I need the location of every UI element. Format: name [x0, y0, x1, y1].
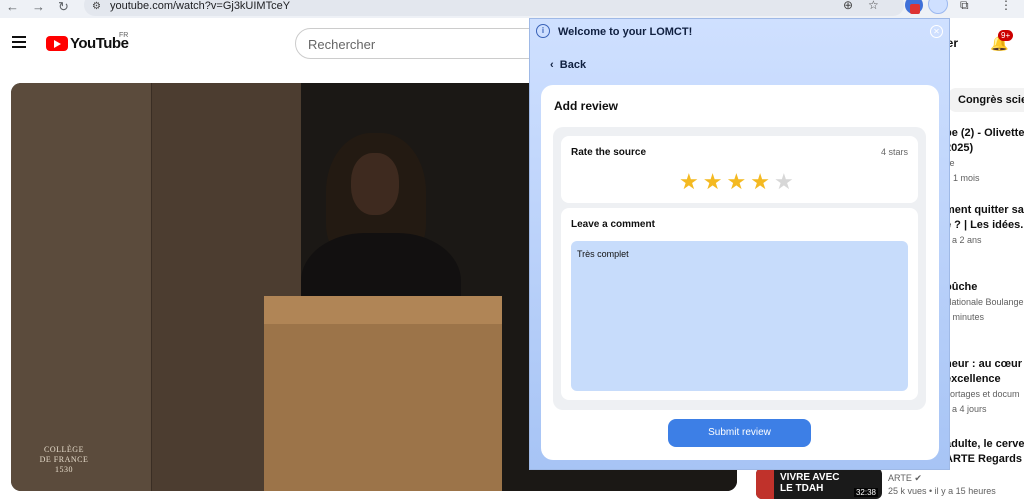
thumbnail-text-2: LE TDAH	[780, 483, 824, 494]
rec-title-2: e ? | Les idées...	[945, 219, 1024, 231]
rec-meta-2: 1 mois	[953, 173, 980, 183]
chevron-left-icon: ‹	[550, 59, 554, 71]
college-de-france-watermark: COLLÈGE DE FRANCE 1530	[29, 445, 99, 475]
duration-badge: 32:38	[853, 488, 878, 497]
rec-title: oûche	[945, 281, 978, 293]
back-label: Back	[559, 59, 587, 71]
close-icon[interactable]: ✕	[930, 25, 943, 38]
rec-meta-2: 2 minutes	[945, 312, 985, 322]
submit-review-button[interactable]: Submit review	[668, 419, 811, 447]
watermark-line3: 1530	[55, 465, 73, 474]
extensions-puzzle-icon[interactable]: ⧉	[960, 0, 969, 13]
lomct-extension-panel: i Welcome to your LOMCT! ✕ ‹ Back Add re…	[529, 18, 950, 470]
region-label: FR	[119, 32, 129, 39]
extension-badge-icon	[910, 4, 920, 14]
browser-toolbar: ← → ↻ ⚙ youtube.com/watch?v=Gj3kUIMTceY …	[0, 0, 1024, 18]
rec-meta: portages et docum	[945, 389, 1020, 399]
rec-meta: y a 2 ans	[945, 235, 982, 245]
watermark-line1: COLLÈGE	[44, 445, 84, 454]
views-meta: 25 k vues • il y a 15 heures	[888, 486, 996, 496]
bottom-rec-meta: ARTE ✔ 25 k vues • il y a 15 heures	[888, 472, 996, 498]
rec-meta-2: y a 4 jours	[945, 404, 987, 414]
site-settings-icon[interactable]: ⚙	[92, 1, 101, 12]
list-item[interactable]: adulte, le cervea ARTE Regards	[945, 437, 1024, 467]
list-item[interactable]: ment quitter sa e ? | Les idées... y a 2…	[945, 203, 1024, 248]
search-placeholder: Rechercher	[308, 37, 376, 52]
url-text[interactable]: youtube.com/watch?v=Gj3kUIMTceY	[110, 0, 290, 12]
hamburger-menu-icon[interactable]	[12, 36, 26, 51]
rec-title: pe (2) - Olivette	[945, 127, 1024, 139]
card-title: Add review	[554, 99, 619, 113]
forward-arrow-icon[interactable]: →	[32, 0, 45, 14]
reload-icon[interactable]: ↻	[58, 0, 69, 14]
back-arrow-icon[interactable]: ←	[6, 0, 19, 14]
bookmark-star-icon[interactable]: ☆	[868, 0, 879, 12]
verified-icon: ✔	[914, 473, 922, 483]
rating-count-text: 4 stars	[880, 147, 908, 157]
rec-title: ment quitter sa	[945, 204, 1024, 216]
info-icon: i	[536, 24, 550, 38]
star-icon[interactable]: ★	[774, 171, 794, 193]
install-icon[interactable]: ⊕	[843, 0, 853, 12]
star-icon[interactable]: ★	[679, 171, 699, 193]
youtube-logo-icon[interactable]	[46, 36, 68, 51]
list-item[interactable]: oûche Nationale Boulange 2 minutes	[945, 280, 1024, 325]
channel-name[interactable]: ARTE	[888, 473, 912, 483]
list-item[interactable]: pe (2) - Olivette 2025) ce 1 mois	[945, 126, 1024, 186]
menu-icon[interactable]: ⋮	[1000, 0, 1012, 12]
list-item[interactable]: heur : au cœur d excellence portages et …	[945, 357, 1024, 417]
star-icon[interactable]: ★	[750, 171, 770, 193]
lomct-extension-icon[interactable]	[928, 0, 948, 14]
rec-meta: Nationale Boulange	[945, 297, 1024, 307]
panel-title: Welcome to your LOMCT!	[558, 26, 693, 38]
back-button[interactable]: ‹ Back	[550, 59, 586, 71]
thumbnail-text-1: VIVRE AVEC	[780, 472, 840, 483]
rating-section: Rate the source 4 stars ★ ★ ★ ★ ★	[561, 136, 918, 203]
star-icon[interactable]: ★	[703, 171, 723, 193]
comment-section: Leave a comment Très complet	[561, 208, 918, 400]
thumbnail-accent	[756, 468, 774, 499]
filter-chip[interactable]: Congrès scie	[948, 88, 1024, 112]
rec-meta: ce	[945, 156, 1024, 171]
podium	[264, 298, 502, 491]
video-thumbnail[interactable]: VIVRE AVEC LE TDAH 32:38	[756, 468, 882, 499]
rec-title: heur : au cœur d	[945, 358, 1024, 370]
review-form: Rate the source 4 stars ★ ★ ★ ★ ★ Leave a co…	[553, 127, 926, 410]
notification-badge: 9+	[998, 30, 1014, 41]
star-rating[interactable]: ★ ★ ★ ★ ★	[679, 171, 794, 193]
comment-field[interactable]: Très complet	[571, 241, 908, 391]
speaker-face	[351, 153, 399, 215]
podium-top	[264, 296, 502, 324]
comment-label: Leave a comment	[571, 219, 655, 230]
watermark-line2: DE FRANCE	[39, 455, 89, 464]
rec-title-2: 2025)	[945, 142, 974, 154]
rec-title-2: excellence	[945, 373, 1001, 385]
rec-title-2: ARTE Regards	[945, 453, 1023, 465]
rec-title: adulte, le cervea	[945, 438, 1024, 450]
star-icon[interactable]: ★	[726, 171, 746, 193]
add-review-card: Add review Rate the source 4 stars ★ ★ ★ ★ ★…	[541, 85, 939, 460]
rate-label: Rate the source	[571, 147, 647, 158]
